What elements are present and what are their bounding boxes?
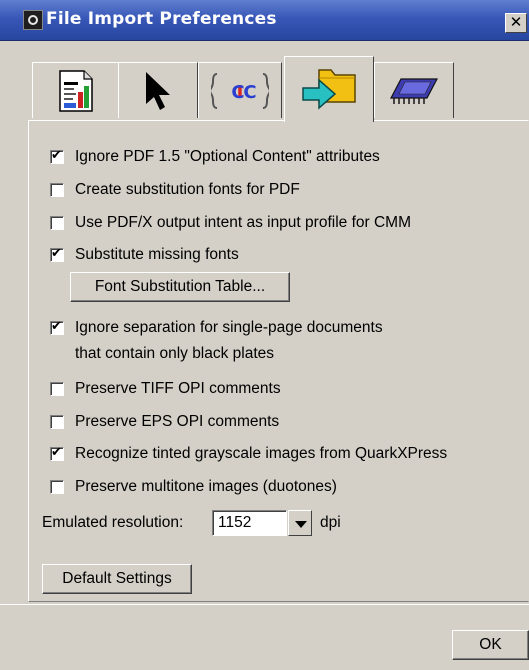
option-preserve-multitone[interactable]: Preserve multitone images (duotones) bbox=[50, 476, 337, 498]
tab-document[interactable] bbox=[32, 62, 120, 118]
folder-import-arrow-icon bbox=[302, 68, 356, 110]
ok-button[interactable]: OK bbox=[452, 630, 529, 660]
option-label: Preserve TIFF OPI comments bbox=[75, 380, 281, 397]
resolution-input[interactable]: 1152 bbox=[212, 510, 287, 536]
option-label: Ignore separation for single-page docume… bbox=[75, 319, 383, 336]
option-label: Preserve multitone images (duotones) bbox=[75, 478, 337, 495]
svg-text:C: C bbox=[243, 82, 256, 103]
resolution-unit: dpi bbox=[320, 514, 341, 531]
checkbox[interactable] bbox=[50, 216, 64, 230]
option-create-substitution-fonts[interactable]: Create substitution fonts for PDF bbox=[50, 179, 300, 201]
option-pdfx-output-intent[interactable]: Use PDF/X output intent as input profile… bbox=[50, 212, 411, 234]
tab-icc[interactable]: I C C bbox=[198, 62, 282, 118]
checkbox[interactable] bbox=[50, 445, 64, 461]
option-label: Substitute missing fonts bbox=[75, 246, 239, 263]
option-label: Use PDF/X output intent as input profile… bbox=[75, 214, 411, 231]
checkbox[interactable] bbox=[50, 183, 64, 197]
checkbox[interactable] bbox=[50, 246, 64, 262]
checkbox[interactable] bbox=[50, 415, 64, 429]
option-label: Create substitution fonts for PDF bbox=[75, 181, 300, 198]
icc-profile-icon: I C C bbox=[211, 72, 269, 109]
option-recognize-tinted-grayscale[interactable]: Recognize tinted grayscale images from Q… bbox=[50, 443, 447, 465]
memory-chip-icon bbox=[390, 77, 438, 104]
checkbox[interactable] bbox=[50, 148, 64, 164]
tab-pointer[interactable] bbox=[118, 62, 198, 118]
resolution-label: Emulated resolution: bbox=[42, 514, 184, 531]
close-button[interactable]: ✕ bbox=[505, 13, 527, 33]
font-substitution-table-button[interactable]: Font Substitution Table... bbox=[70, 272, 290, 302]
window-title: File Import Preferences bbox=[46, 9, 277, 29]
tab-import[interactable] bbox=[284, 56, 374, 122]
option-label-continued: that contain only black plates bbox=[75, 345, 275, 362]
checkbox[interactable] bbox=[50, 319, 64, 335]
option-ignore-optional-content[interactable]: Ignore PDF 1.5 "Optional Content" attrib… bbox=[50, 146, 380, 168]
svg-text:C: C bbox=[231, 82, 244, 103]
default-settings-button[interactable]: Default Settings bbox=[42, 564, 192, 594]
checkbox[interactable] bbox=[50, 480, 64, 494]
tab-hardware[interactable] bbox=[374, 62, 454, 118]
arrow-pointer-icon bbox=[146, 71, 170, 110]
option-substitute-missing-fonts[interactable]: Substitute missing fonts bbox=[50, 244, 239, 266]
option-ignore-separation[interactable]: Ignore separation for single-page docume… bbox=[50, 317, 383, 339]
option-label: Ignore PDF 1.5 "Optional Content" attrib… bbox=[75, 148, 380, 165]
title-bar: File Import Preferences ✕ bbox=[0, 0, 529, 41]
option-preserve-tiff-opi[interactable]: Preserve TIFF OPI comments bbox=[50, 378, 281, 400]
tab-strip: I C C bbox=[32, 56, 472, 122]
resolution-dropdown-button[interactable] bbox=[288, 510, 312, 536]
option-label: Preserve EPS OPI comments bbox=[75, 413, 280, 430]
checkbox[interactable] bbox=[50, 382, 64, 396]
option-label: Recognize tinted grayscale images from Q… bbox=[75, 445, 448, 462]
bottom-separator bbox=[0, 604, 529, 605]
document-chart-icon bbox=[59, 69, 93, 112]
option-preserve-eps-opi[interactable]: Preserve EPS OPI comments bbox=[50, 411, 279, 433]
app-icon bbox=[23, 10, 43, 30]
